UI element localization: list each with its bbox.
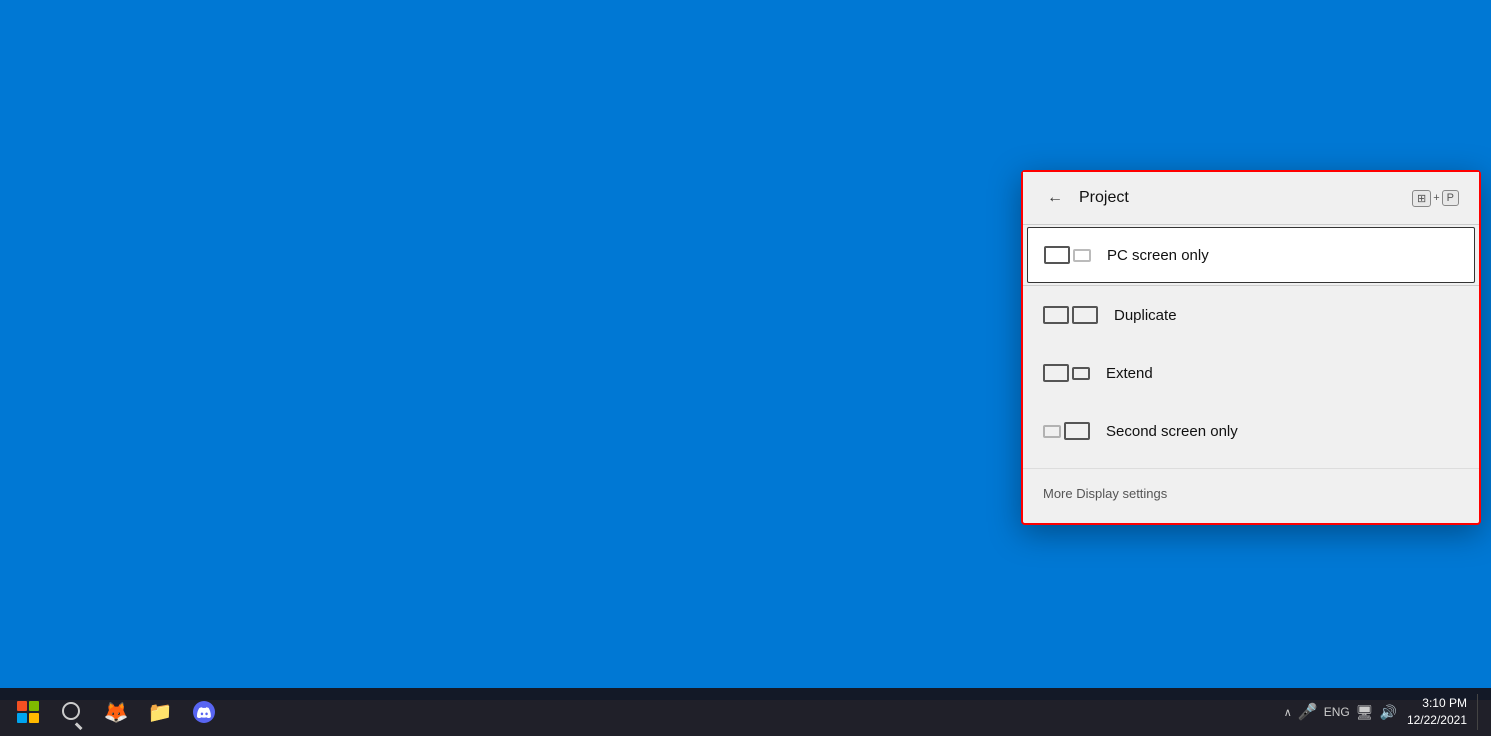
firefox-button[interactable]: 🦊 — [96, 692, 136, 732]
extend-label: Extend — [1106, 365, 1153, 382]
duplicate-primary — [1043, 306, 1069, 324]
search-button[interactable] — [52, 692, 92, 732]
plus-sign: + — [1433, 192, 1439, 204]
more-display-settings-link[interactable]: More Display settings — [1043, 486, 1167, 501]
keyboard-shortcut: ⊞ + P — [1412, 190, 1459, 207]
option-extend[interactable]: Extend — [1023, 344, 1479, 402]
language-indicator[interactable]: ENG — [1324, 705, 1350, 719]
win-key: ⊞ — [1412, 190, 1431, 207]
discord-button[interactable] — [184, 692, 224, 732]
pc-only-icon — [1044, 246, 1091, 264]
taskbar: 🦊 📁 ∧ 🎤 ENG 🖥 🔊 — [0, 688, 1491, 736]
folder-icon: 📁 — [148, 700, 173, 725]
more-settings-section: More Display settings — [1023, 468, 1479, 523]
clock-date: 12/22/2021 — [1407, 712, 1467, 729]
project-panel: ← Project ⊞ + P PC screen only Dupli — [1021, 170, 1481, 525]
duplicate-label: Duplicate — [1114, 307, 1177, 324]
duplicate-icon — [1043, 306, 1098, 324]
option-duplicate[interactable]: Duplicate — [1023, 286, 1479, 344]
header-divider — [1023, 224, 1479, 225]
duplicate-secondary — [1072, 306, 1098, 324]
display-icon[interactable]: 🖥 — [1356, 704, 1374, 721]
desktop: ← Project ⊞ + P PC screen only Dupli — [0, 0, 1491, 700]
windows-logo-icon — [17, 701, 39, 723]
file-explorer-button[interactable]: 📁 — [140, 692, 180, 732]
back-button[interactable]: ← — [1043, 186, 1067, 210]
secondary-screen-rect-dim — [1073, 249, 1091, 262]
option-pc-screen-only[interactable]: PC screen only — [1027, 227, 1475, 283]
second-primary-dim — [1043, 425, 1061, 438]
primary-screen-rect — [1044, 246, 1070, 264]
option-second-screen-only[interactable]: Second screen only — [1023, 402, 1479, 460]
search-icon — [62, 702, 82, 722]
show-desktop-button[interactable] — [1477, 694, 1483, 730]
extend-primary — [1043, 364, 1069, 382]
second-secondary — [1064, 422, 1090, 440]
extend-icon — [1043, 364, 1090, 382]
second-only-icon — [1043, 422, 1090, 440]
taskbar-left: 🦊 📁 — [8, 692, 224, 732]
volume-icon[interactable]: 🔊 — [1380, 704, 1397, 721]
second-screen-only-label: Second screen only — [1106, 423, 1238, 440]
p-key: P — [1442, 190, 1459, 206]
system-clock[interactable]: 3:10 PM 12/22/2021 — [1407, 695, 1467, 729]
firefox-icon: 🦊 — [104, 700, 129, 725]
start-button[interactable] — [8, 692, 48, 732]
extend-secondary — [1072, 367, 1090, 380]
tray-icons: ∧ 🎤 ENG 🖥 🔊 — [1284, 702, 1397, 722]
taskbar-right: ∧ 🎤 ENG 🖥 🔊 3:10 PM 12/22/2021 — [1284, 694, 1483, 730]
discord-icon — [193, 701, 215, 723]
tray-chevron-icon[interactable]: ∧ — [1284, 706, 1292, 719]
clock-time: 3:10 PM — [1407, 695, 1467, 712]
pc-screen-only-label: PC screen only — [1107, 247, 1209, 264]
panel-title: Project — [1079, 189, 1400, 207]
microphone-icon[interactable]: 🎤 — [1298, 702, 1318, 722]
panel-header: ← Project ⊞ + P — [1023, 172, 1479, 224]
